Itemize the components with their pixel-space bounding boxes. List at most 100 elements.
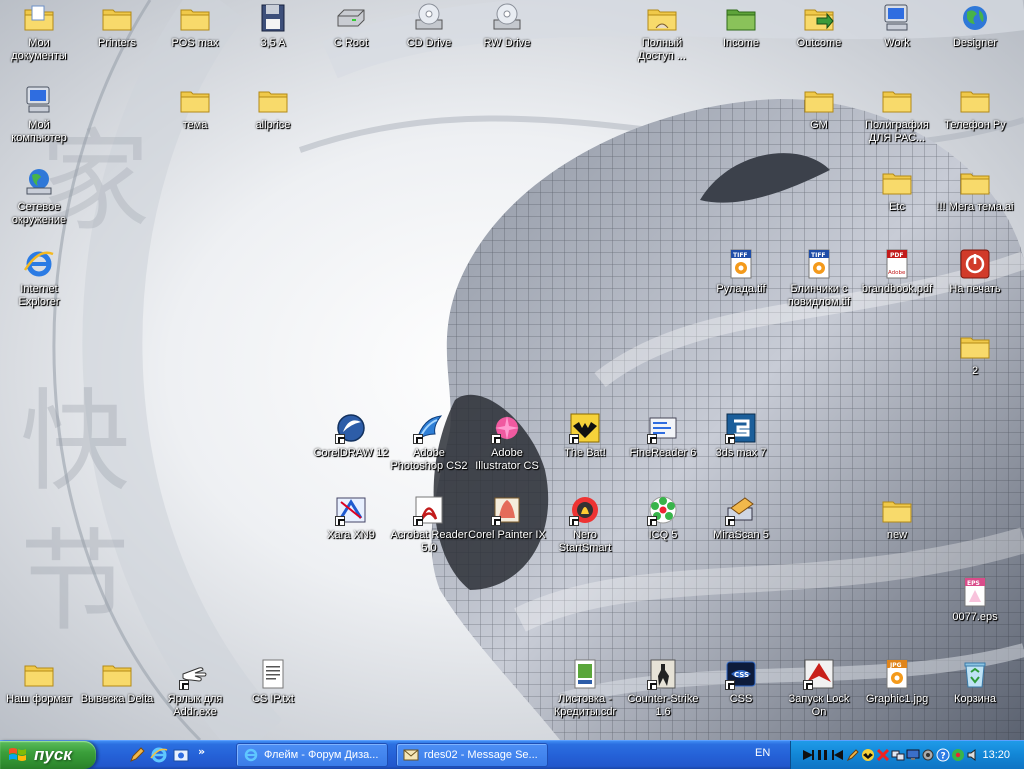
desktop-icon-rw-drive[interactable]: RW Drive: [468, 2, 546, 50]
desktop-icon-label: Adobe Photoshop CS2: [390, 447, 468, 472]
desktop-icon-outcome[interactable]: Outcome: [780, 2, 858, 50]
media-prev-icon[interactable]: [831, 748, 845, 762]
desktop-icon-label: brandbook.pdf: [861, 283, 933, 295]
desktop-icon-label: Etc: [889, 201, 905, 213]
desktop-icon-poligrafiya[interactable]: Полиграфия ДЛЯ РАС...: [858, 84, 936, 145]
desktop-icon-gm[interactable]: GM: [780, 84, 858, 132]
shortcut-arrow-icon: [335, 434, 345, 444]
desktop-icon-label: MiraScan 5: [713, 529, 769, 541]
tray-volume-icon[interactable]: [966, 748, 980, 762]
desktop-icon-label: 3,5 A: [260, 37, 286, 49]
mail-icon: [403, 749, 419, 761]
tray-network-icon[interactable]: [891, 748, 905, 762]
shortcut-arrow-icon: [803, 680, 813, 690]
desktop-icon-my-documents[interactable]: Мои документы: [0, 2, 78, 63]
tray-settings-icon[interactable]: [921, 748, 935, 762]
quick-launch-pencil-icon[interactable]: [128, 746, 146, 764]
tray-monitor-icon[interactable]: [906, 748, 920, 762]
desktop-icon-illustrator[interactable]: Adobe Illustrator CS: [468, 412, 546, 473]
desktop-icon-photoshop[interactable]: Adobe Photoshop CS2: [390, 412, 468, 473]
desktop-icon-printers[interactable]: Printers: [78, 2, 156, 50]
desktop-icon-label: Листовка - Кредиты.cdr: [553, 693, 617, 718]
desktop-icon-nash-format[interactable]: Наш формат: [0, 658, 78, 706]
desktop-icon-graphic1[interactable]: JPG Graphic1.jpg: [858, 658, 936, 706]
desktop-icon-coreldraw[interactable]: CorelDRAW 12: [312, 412, 390, 460]
desktop-icon-c-root[interactable]: C Root: [312, 2, 390, 50]
desktop-icon-ie[interactable]: Internet Explorer: [0, 248, 78, 309]
tray-antivirus-icon[interactable]: [876, 748, 890, 762]
desktop-icon-income[interactable]: Income: [702, 2, 780, 50]
start-button[interactable]: пуск: [0, 741, 96, 769]
tray-icq-icon[interactable]: [951, 748, 965, 762]
desktop-icon-label: 2: [971, 365, 979, 377]
tray-help-icon[interactable]: ?: [936, 748, 950, 762]
desktop-icon-label: Xara XN9: [327, 529, 375, 541]
tray-pencil-icon[interactable]: [846, 748, 860, 762]
desktop-icon-finereader[interactable]: FineReader 6: [624, 412, 702, 460]
desktop-icon-telefon-ru[interactable]: Телефон Ру: [936, 84, 1014, 132]
desktop-icon-the-bat[interactable]: The Bat!: [546, 412, 624, 460]
desktop-icon-3dsmax[interactable]: 3ds max 7: [702, 412, 780, 460]
desktop-icon-allprice[interactable]: allprice: [234, 84, 312, 132]
desktop-icon-addr-shortcut[interactable]: Ярлык для Addr.exe: [156, 658, 234, 719]
desktop-icon-na-pechat[interactable]: На печать: [936, 248, 1014, 296]
shortcut-arrow-icon: [491, 434, 501, 444]
desktop-icon-rulada[interactable]: TIFF Рулада.tif: [702, 248, 780, 296]
desktop-icon-my-computer[interactable]: Мой компьютер: [0, 84, 78, 145]
desktop-icon-folder-2[interactable]: 2: [936, 330, 1014, 378]
desktop-icon-counter-strike[interactable]: Counter-Strike 1.6: [624, 658, 702, 719]
desktop-icon-blinchiki[interactable]: TIFF Блинчики с повидлом.tif: [780, 248, 858, 309]
desktop-icon-label: CSS: [729, 693, 753, 705]
folder-icon: [959, 330, 991, 362]
svg-text:Adobe: Adobe: [888, 270, 906, 276]
desktop-icon-cs-ip[interactable]: CS IP.txt: [234, 658, 312, 706]
desktop-icon-acrobat[interactable]: Acrobat Reader 5.0: [390, 494, 468, 555]
desktop-icon-floppy[interactable]: 3,5 A: [234, 2, 312, 50]
desktop-icon-mega-tema[interactable]: !!! Мега тема.ai: [936, 166, 1014, 214]
desktop-icon-listovka[interactable]: Листовка - Кредиты.cdr: [546, 658, 624, 719]
cd-icon: [413, 2, 445, 34]
desktop-icon-label: Телефон Ру: [944, 119, 1006, 131]
language-indicator[interactable]: EN: [755, 747, 770, 759]
quick-launch-ie-icon[interactable]: [150, 746, 168, 764]
desktop-icon-xara[interactable]: Xara XN9: [312, 494, 390, 542]
desktop-icon-work[interactable]: Work: [858, 2, 936, 50]
desktop-icon-painter[interactable]: Corel Painter IX: [468, 494, 546, 542]
globe-icon: [959, 2, 991, 34]
desktop-icon-tema[interactable]: тема: [156, 84, 234, 132]
desktop-icon-brandbook[interactable]: PDF Adobe brandbook.pdf: [858, 248, 936, 296]
desktop-icon-label: Income: [722, 37, 760, 49]
desktop-icon-label: RW Drive: [483, 37, 531, 49]
lockon-icon: [803, 658, 835, 690]
acrobat-icon: [413, 494, 445, 526]
desktop-icon-icq[interactable]: ICQ 5: [624, 494, 702, 542]
desktop-icon-label: Наш формат: [6, 693, 72, 705]
task-button-message[interactable]: rdes02 - Message Se...: [396, 743, 548, 767]
desktop-icon-viveska-delta[interactable]: Вывеска Delta: [78, 658, 156, 706]
desktop-icon-recycle[interactable]: Корзина: [936, 658, 1014, 706]
folder-icon: [959, 84, 991, 116]
media-play-icon[interactable]: [801, 748, 815, 762]
desktop-icon-nero[interactable]: Nero StartSmart: [546, 494, 624, 555]
desktop-icon-cd-drive[interactable]: CD Drive: [390, 2, 468, 50]
desktop-icon-etc[interactable]: Etc: [858, 166, 936, 214]
desktop-icon-pos-max[interactable]: POS max: [156, 2, 234, 50]
desktop-icon-designer[interactable]: Designer: [936, 2, 1014, 50]
desktop-icon-lockon[interactable]: Запуск Lock On: [780, 658, 858, 719]
task-button-forum[interactable]: Флейм - Форум Диза...: [236, 743, 388, 767]
desktop-icon-new[interactable]: new: [858, 494, 936, 542]
desktop-icon-label: Printers: [98, 37, 136, 49]
quick-launch-more[interactable]: »: [198, 745, 205, 758]
desktop-icon-mirascan[interactable]: MiraScan 5: [702, 494, 780, 542]
tray-bat-icon[interactable]: [861, 748, 875, 762]
desktop-icon-full-access[interactable]: Полный Доступ ...: [623, 2, 701, 63]
desktop-icon-network[interactable]: Сетевое окружение: [0, 166, 78, 227]
desktop-icon-eps-0077[interactable]: EPS 0077.eps: [936, 576, 1014, 624]
bat-icon: [569, 412, 601, 444]
ie-icon: [23, 248, 55, 280]
media-pause-icon[interactable]: [816, 748, 830, 762]
taskbar: пуск » Флейм - Форум Диза... rdes02 - Me…: [0, 740, 1024, 769]
desktop-icon-css[interactable]: CSS CSS: [702, 658, 780, 706]
quick-launch-outlook-icon[interactable]: [172, 746, 190, 764]
icq-icon: [647, 494, 679, 526]
